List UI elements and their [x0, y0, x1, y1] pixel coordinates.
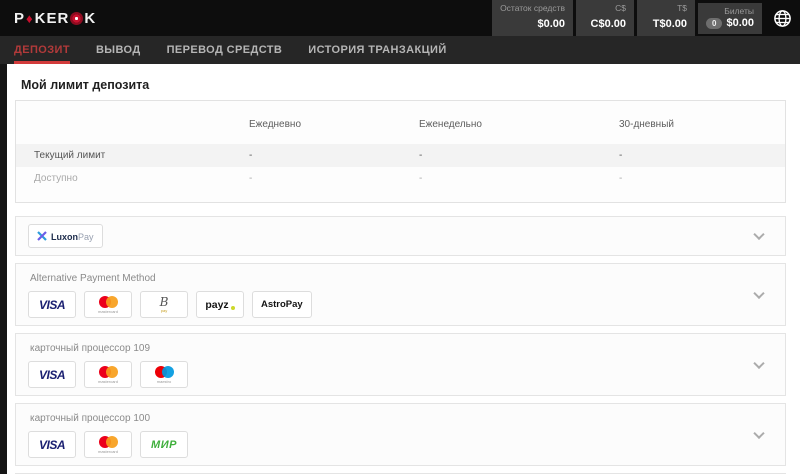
- chevron-down-icon: [753, 357, 764, 368]
- balance-label: Билеты: [706, 6, 754, 17]
- visa-logo: VISA: [28, 361, 76, 388]
- method-label: Alternative Payment Method: [30, 273, 745, 284]
- chevron-down-icon: [753, 287, 764, 298]
- balance-cdollar: C$ C$0.00: [576, 0, 634, 36]
- balance-group: Остаток средств $0.00 C$ C$0.00 T$ T$0.0…: [492, 0, 792, 36]
- row-label: Текущий лимит: [16, 144, 231, 167]
- luxonpay-x-icon: [37, 231, 47, 241]
- method-row-processor-109[interactable]: карточный процессор 109 VISA mastercard …: [15, 333, 786, 396]
- payz-dot-icon: [231, 306, 235, 310]
- balance-tdollar: T$ T$0.00: [637, 0, 695, 36]
- tab-history[interactable]: ИСТОРИЯ ТРАНЗАКЦИЙ: [308, 36, 446, 64]
- col-daily: Ежедневно: [249, 119, 419, 130]
- mastercard-logo: mastercard: [84, 361, 132, 388]
- visa-logo: VISA: [28, 431, 76, 458]
- col-weekly: Еженедельно: [419, 119, 619, 130]
- method-label: карточный процессор 109: [30, 343, 745, 354]
- chevron-down-icon: [753, 427, 764, 438]
- logo-chip-icon: [70, 12, 83, 25]
- balance-value: T$0.00: [653, 18, 687, 30]
- table-row-available: Доступно - - -: [16, 167, 785, 190]
- balance-value: $0.00: [726, 17, 754, 30]
- language-globe-icon[interactable]: [773, 9, 792, 28]
- row-label: Доступно: [16, 167, 231, 190]
- mir-logo: МИР: [140, 431, 188, 458]
- logo-diamond-icon: ♦: [26, 11, 34, 26]
- cell-value: -: [401, 167, 601, 190]
- balance-cash: Остаток средств $0.00: [492, 0, 573, 36]
- logo-text: P: [14, 10, 25, 27]
- method-row-alternative[interactable]: Alternative Payment Method VISA masterca…: [15, 263, 786, 326]
- chevron-down-icon: [753, 229, 764, 240]
- logo-text: KER: [35, 10, 70, 27]
- balance-value: $0.00: [537, 18, 565, 30]
- astropay-logo: AstroPay: [252, 291, 312, 318]
- cell-value: -: [601, 144, 785, 167]
- tab-withdrawal[interactable]: ВЫВОД: [96, 36, 141, 64]
- transactions-nav: ДЕПОЗИТ ВЫВОД ПЕРЕВОД СРЕДСТВ ИСТОРИЯ ТР…: [0, 36, 800, 64]
- table-row-current-limit: Текущий лимит - - -: [16, 144, 785, 167]
- balance-value: C$0.00: [591, 18, 626, 30]
- page-title: Мой лимит депозита: [21, 78, 786, 92]
- balance-label: Остаток средств: [500, 3, 565, 14]
- mastercard-logo: mastercard: [84, 431, 132, 458]
- cell-value: -: [231, 144, 401, 167]
- method-row-processor-100[interactable]: карточный процессор 100 VISA mastercard …: [15, 403, 786, 466]
- cell-value: -: [401, 144, 601, 167]
- cell-value: -: [601, 167, 785, 190]
- mastercard-logo: mastercard: [84, 291, 132, 318]
- tab-deposit[interactable]: ДЕПОЗИТ: [14, 36, 70, 64]
- top-bar: P♦KER K Остаток средств $0.00 C$ C$0.00 T…: [0, 0, 800, 36]
- luxonpay-logo: LuxonPay: [28, 224, 103, 248]
- payz-logo: payz: [196, 291, 244, 318]
- balance-tickets: Билеты 0 $0.00: [698, 3, 762, 34]
- balance-label: T$: [645, 3, 687, 14]
- deposit-limits-table: Ежедневно Еженедельно 30-дневный Текущий…: [15, 100, 786, 203]
- col-30day: 30-дневный: [619, 119, 785, 130]
- tab-transfer[interactable]: ПЕРЕВОД СРЕДСТВ: [167, 36, 283, 64]
- pokerok-logo[interactable]: P♦KER K: [14, 10, 96, 27]
- cell-value: -: [231, 167, 401, 190]
- limits-header-row: Ежедневно Еженедельно 30-дневный: [16, 111, 785, 144]
- deposit-content: Мой лимит депозита Ежедневно Еженедельно…: [0, 64, 800, 474]
- visa-logo: VISA: [28, 291, 76, 318]
- method-label: карточный процессор 100: [30, 413, 745, 424]
- maestro-logo: maestro: [140, 361, 188, 388]
- bpay-logo: B pay: [140, 291, 188, 318]
- balance-label: C$: [584, 3, 626, 14]
- tickets-count-badge: 0: [706, 18, 722, 29]
- logo-text: K: [84, 10, 96, 27]
- method-row-luxonpay[interactable]: LuxonPay: [15, 216, 786, 256]
